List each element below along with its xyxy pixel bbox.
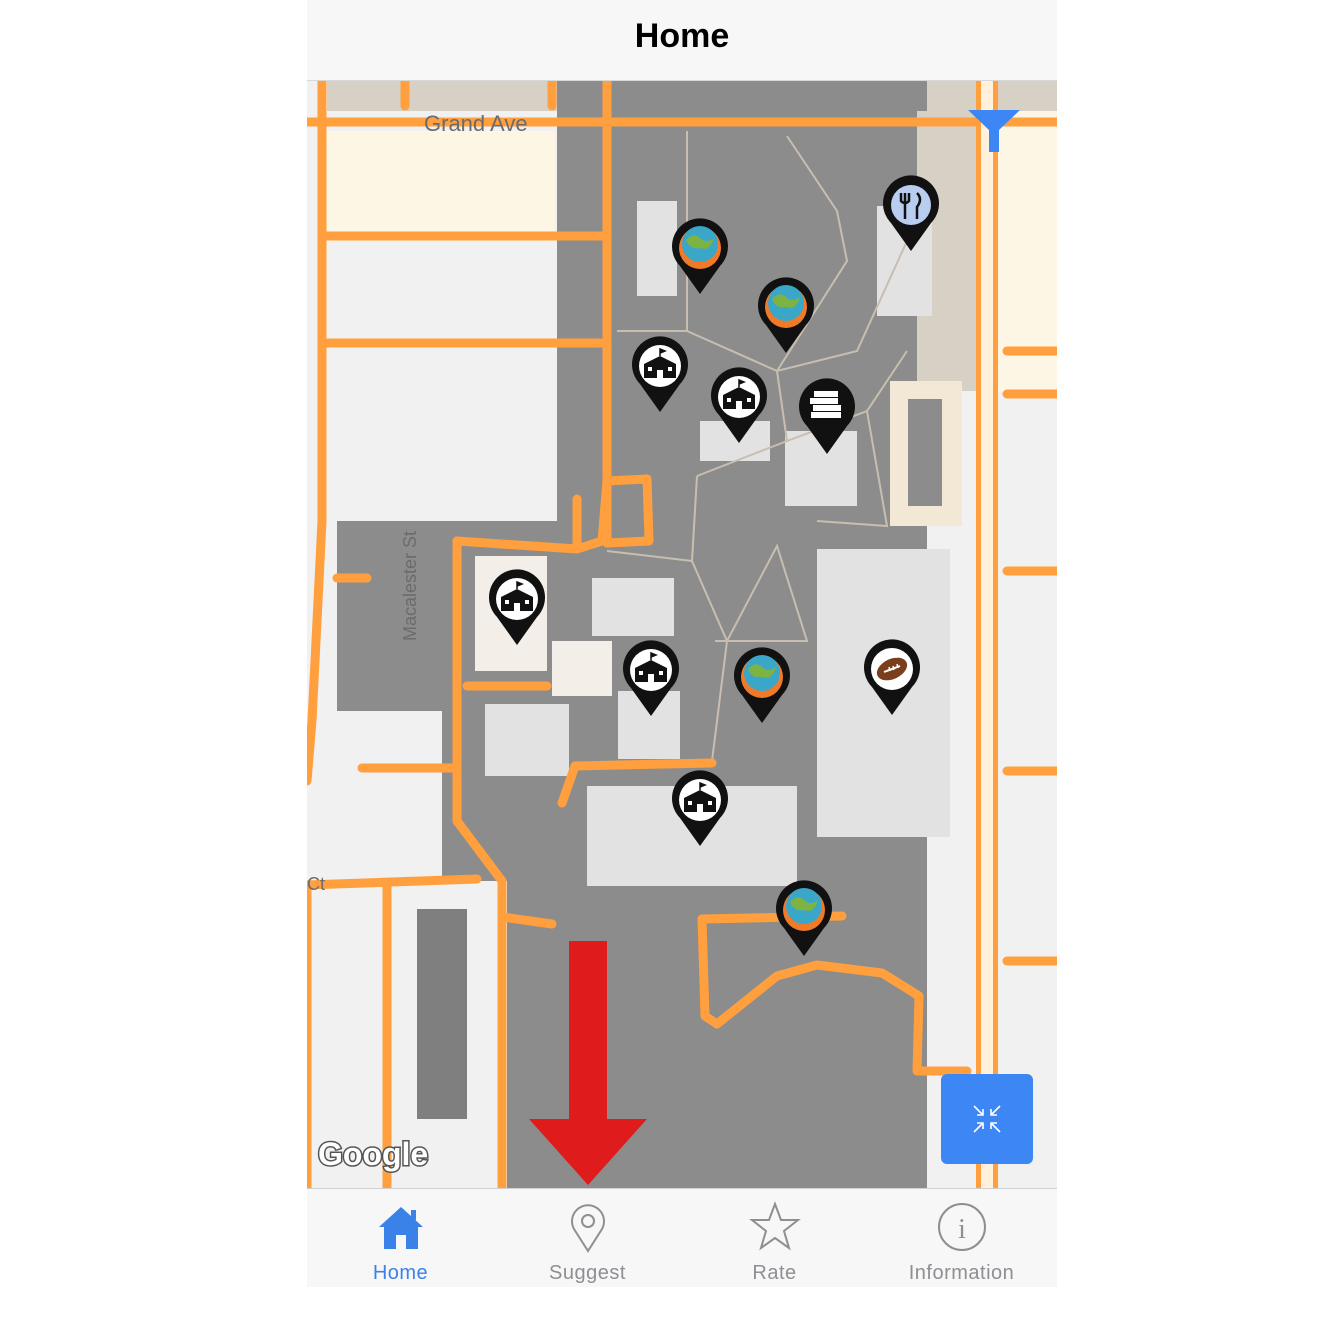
house-icon — [378, 1207, 423, 1249]
tab-home[interactable]: Home — [307, 1189, 494, 1287]
funnel-icon — [968, 110, 1020, 152]
tab-rate[interactable]: Rate — [681, 1189, 868, 1287]
star-outline-icon — [748, 1201, 801, 1251]
tab-label: Suggest — [549, 1262, 626, 1284]
phone-screen: Home Grand Ave Macalester St Ct Google H… — [307, 0, 1057, 1287]
street-label-grand-ave: Grand Ave — [424, 111, 528, 136]
map-pin-globe[interactable] — [774, 880, 834, 956]
tab-label: Rate — [752, 1262, 797, 1284]
school-building-icon — [632, 336, 688, 412]
tab-suggest[interactable]: Suggest — [494, 1189, 681, 1287]
fork-knife-icon — [883, 175, 939, 251]
globe-icon — [776, 880, 832, 956]
map-pin-globe[interactable] — [732, 647, 792, 723]
map-pin-building[interactable] — [630, 336, 690, 412]
map-pin-globe[interactable] — [670, 218, 730, 294]
globe-icon — [758, 277, 814, 353]
map-pin-building[interactable] — [709, 367, 769, 443]
map-pin-athletics[interactable] — [862, 639, 922, 715]
tab-label: Information — [908, 1262, 1015, 1284]
svg-text:Google: Google — [318, 1136, 428, 1172]
school-building-icon — [711, 367, 767, 443]
tab-information[interactable]: i Information — [868, 1189, 1055, 1287]
tab-label: Home — [372, 1262, 429, 1284]
google-logo: Google — [317, 1135, 430, 1174]
street-label-macalester-st: Macalester St — [400, 530, 420, 641]
school-building-icon — [489, 569, 545, 645]
map-pin-outline-icon — [570, 1204, 605, 1253]
collapse-arrows-icon — [973, 1105, 1001, 1133]
football-icon — [864, 639, 920, 715]
map-pin-building[interactable] — [621, 640, 681, 716]
map-pin-building[interactable] — [487, 569, 547, 645]
school-building-icon — [623, 640, 679, 716]
info-circle-icon: i — [937, 1203, 986, 1251]
campus-map[interactable]: Grand Ave Macalester St Ct Google — [307, 81, 1057, 1188]
annotation-arrow — [529, 941, 647, 1185]
svg-text:i: i — [958, 1214, 966, 1245]
page-title: Home — [634, 17, 730, 55]
map-pin-building[interactable] — [670, 770, 730, 846]
globe-icon — [672, 218, 728, 294]
globe-icon — [734, 647, 790, 723]
map-pin-dining[interactable] — [881, 175, 941, 251]
street-label-ct: Ct — [307, 874, 325, 894]
map-pin-globe[interactable] — [756, 277, 816, 353]
recenter-button[interactable] — [941, 1074, 1033, 1164]
navigation-bar: Home — [307, 0, 1057, 81]
filter-button[interactable] — [968, 110, 1020, 154]
books-icon — [799, 378, 855, 454]
tab-bar: Home Suggest Rate i Information — [307, 1188, 1057, 1287]
school-building-icon — [672, 770, 728, 846]
map-pin-library[interactable] — [797, 378, 857, 454]
